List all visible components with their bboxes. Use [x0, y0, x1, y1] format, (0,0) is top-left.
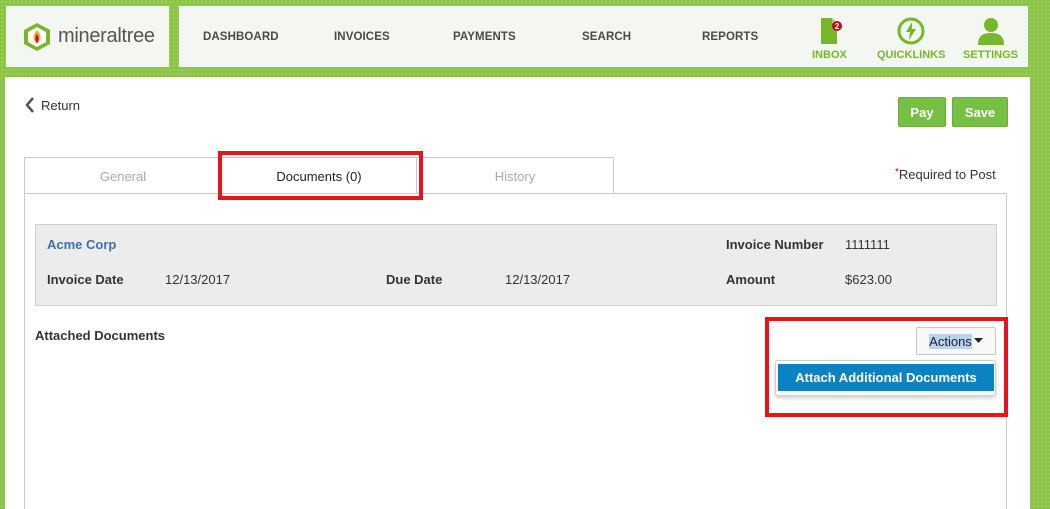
caret-down-icon — [973, 338, 983, 343]
attached-documents-heading: Attached Documents — [35, 328, 166, 343]
nav-invoices[interactable]: INVOICES — [334, 6, 390, 67]
invoice-summary: Acme Corp Invoice Number 1111111 Invoice… — [35, 224, 997, 306]
invoice-number-value: 1111111 — [845, 237, 890, 252]
logo[interactable]: mineraltree — [6, 6, 169, 67]
save-button[interactable]: Save — [952, 97, 1008, 127]
actions-label: Actions — [929, 333, 972, 349]
required-label: Required to Post — [898, 167, 996, 182]
nav-dashboard[interactable]: DASHBOARD — [203, 6, 279, 67]
inbox-icon: 2 — [821, 18, 843, 44]
tab-bar: General Documents (0) History — [24, 157, 614, 194]
required-note: *Required to Post — [895, 167, 996, 182]
invoice-number-label: Invoice Number — [726, 237, 824, 252]
mineraltree-logo-icon — [22, 22, 52, 52]
return-link[interactable]: Return — [25, 97, 80, 113]
invoice-date-label: Invoice Date — [47, 272, 124, 287]
nav-payments[interactable]: PAYMENTS — [453, 6, 516, 67]
nav-search[interactable]: SEARCH — [582, 6, 631, 67]
due-date-value: 12/13/2017 — [505, 272, 571, 287]
invoice-date-value: 12/13/2017 — [165, 272, 231, 287]
nav-quicklinks[interactable]: QUICKLINKS — [877, 16, 945, 61]
main-panel: Return Pay Save General Documents (0) Hi… — [5, 77, 1030, 509]
nav-inbox[interactable]: 2 INBOX — [812, 16, 847, 61]
tab-documents[interactable]: Documents (0) — [221, 158, 417, 194]
logo-text: mineraltree — [58, 25, 155, 47]
nav-settings[interactable]: SETTINGS — [963, 16, 1018, 61]
return-label: Return — [41, 97, 81, 113]
lightning-icon — [897, 17, 925, 45]
amount-value: $623.00 — [845, 272, 892, 287]
vendor-link[interactable]: Acme Corp — [47, 237, 116, 252]
chevron-left-icon — [25, 97, 34, 113]
tab-general[interactable]: General — [25, 158, 221, 194]
nav-reports[interactable]: REPORTS — [702, 6, 758, 67]
actions-dropdown: Attach Additional Documents — [775, 360, 996, 396]
inbox-badge: 2 — [835, 22, 840, 31]
quicklinks-label: QUICKLINKS — [877, 49, 946, 61]
pay-button[interactable]: Pay — [898, 97, 946, 127]
tab-history[interactable]: History — [417, 158, 613, 194]
top-nav: DASHBOARD INVOICES PAYMENTS SEARCH REPOR… — [179, 6, 1028, 67]
settings-label: SETTINGS — [963, 49, 1019, 61]
due-date-label: Due Date — [386, 272, 443, 287]
amount-label: Amount — [726, 272, 776, 287]
documents-panel: Acme Corp Invoice Number 1111111 Invoice… — [24, 193, 1007, 509]
actions-button[interactable]: Actions — [916, 327, 996, 355]
attach-additional-documents-item[interactable]: Attach Additional Documents — [778, 364, 994, 391]
user-icon — [977, 18, 1004, 45]
inbox-label: INBOX — [812, 49, 847, 61]
